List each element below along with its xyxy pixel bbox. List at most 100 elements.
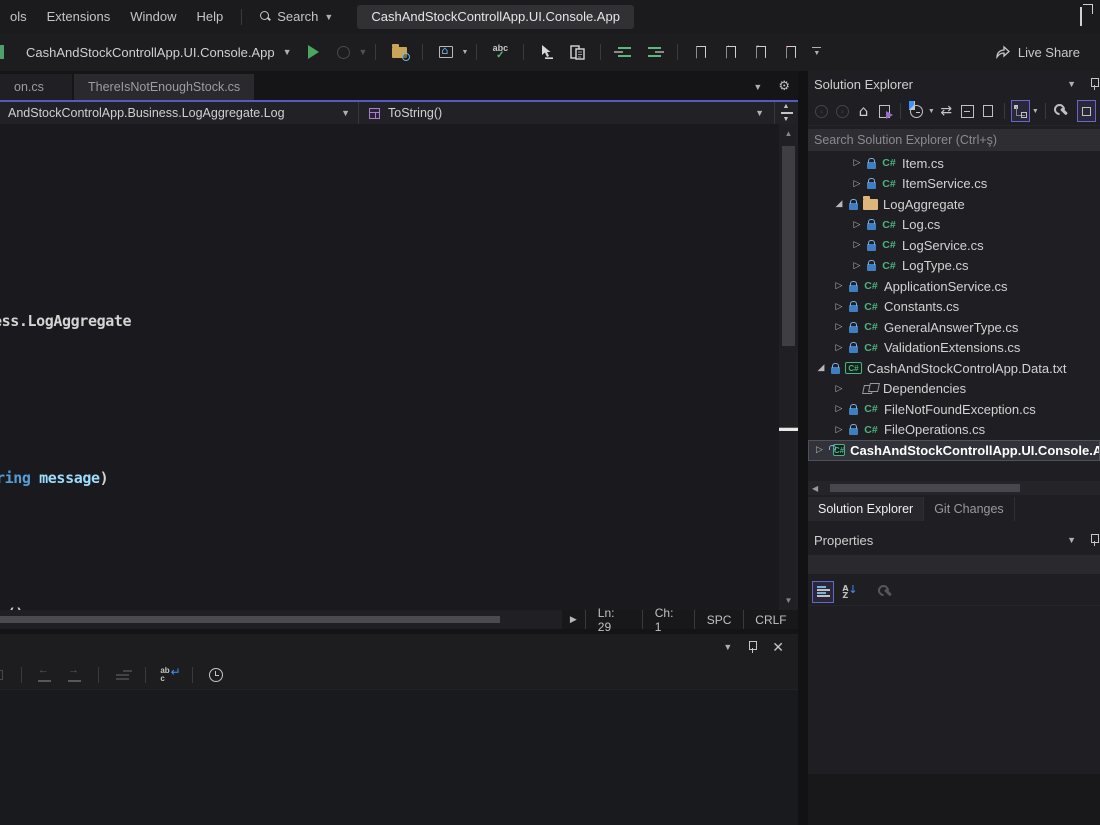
expander-icon[interactable] bbox=[852, 220, 862, 230]
tree-item[interactable]: C# C# FileNotFoundException.cs bbox=[808, 399, 1100, 420]
previous-bookmark-icon[interactable]: ↶ bbox=[721, 43, 741, 61]
split-window-button[interactable] bbox=[774, 102, 798, 124]
restore-button[interactable] bbox=[1080, 8, 1082, 26]
expander-icon[interactable] bbox=[852, 179, 862, 189]
scroll-left-icon[interactable]: ◀ bbox=[812, 484, 818, 493]
tab-list-dropdown-icon[interactable]: ▼ bbox=[753, 82, 762, 92]
horizontal-scrollbar[interactable] bbox=[0, 610, 562, 629]
attach-icon[interactable] bbox=[1077, 100, 1096, 122]
alphabetical-icon[interactable]: AZ bbox=[838, 581, 860, 603]
document-tab[interactable]: on.cs bbox=[0, 74, 72, 100]
expander-icon[interactable] bbox=[834, 343, 844, 353]
code-editor[interactable]: ess.LogAggregate ring message) g() {1} {… bbox=[0, 124, 779, 610]
decrease-indent-icon[interactable] bbox=[614, 43, 634, 61]
find-in-files-icon[interactable] bbox=[389, 43, 409, 61]
paste-icon[interactable] bbox=[567, 43, 587, 61]
tree-item[interactable]: C# C# Item.cs bbox=[808, 153, 1100, 174]
select-pointer-icon[interactable] bbox=[537, 43, 557, 61]
spaces-indicator[interactable]: SPC bbox=[694, 610, 743, 629]
scroll-up-icon[interactable]: ▲ bbox=[779, 129, 798, 138]
window-position-dropdown-icon[interactable]: ▼ bbox=[1067, 79, 1076, 89]
wrench-icon[interactable] bbox=[1052, 100, 1071, 122]
menu-extensions[interactable]: Extensions bbox=[37, 0, 121, 33]
word-wrap-icon[interactable]: abc bbox=[159, 666, 179, 684]
home-icon[interactable]: ⌂ bbox=[854, 100, 873, 122]
search-control[interactable]: Search ▼ bbox=[250, 9, 343, 24]
pending-changes-filter-icon[interactable] bbox=[907, 100, 926, 122]
next-message-icon[interactable] bbox=[65, 666, 85, 684]
scrollbar-thumb[interactable] bbox=[0, 616, 500, 623]
property-pages-icon[interactable] bbox=[874, 581, 896, 603]
startup-project-dropdown[interactable]: CashAndStockControllApp.UI.Console.App ▼ bbox=[20, 45, 298, 60]
chevron-down-icon[interactable]: ▼ bbox=[928, 108, 935, 115]
line-ending-indicator[interactable]: CRLF bbox=[743, 610, 798, 629]
tree-item[interactable]: C# C# Constants.cs bbox=[808, 297, 1100, 318]
increase-indent-icon[interactable] bbox=[644, 43, 664, 61]
editor-split-handle[interactable] bbox=[779, 427, 798, 431]
output-content[interactable] bbox=[0, 690, 798, 825]
toggle-bookmark-icon[interactable] bbox=[691, 43, 711, 61]
expander-icon[interactable] bbox=[834, 322, 844, 332]
forward-icon[interactable]: › bbox=[833, 100, 852, 122]
clear-bookmarks-icon[interactable]: ✕ bbox=[781, 43, 801, 61]
switch-views-icon[interactable] bbox=[875, 100, 894, 122]
expander-icon[interactable] bbox=[834, 281, 844, 291]
tree-item[interactable]: C# C# LogAggregate bbox=[808, 194, 1100, 215]
vertical-scrollbar[interactable]: ▲ ▼ bbox=[779, 124, 798, 610]
menu-tools[interactable]: ols bbox=[0, 0, 37, 33]
tree-item[interactable]: C# C# GeneralAnswerType.cs bbox=[808, 317, 1100, 338]
tree-item[interactable]: C# C# CashAndStockControllApp.UI.Console… bbox=[808, 440, 1100, 461]
tree-horizontal-scrollbar[interactable]: ◀ bbox=[808, 481, 1100, 495]
window-position-dropdown-icon[interactable]: ▼ bbox=[1067, 535, 1076, 545]
pin-icon[interactable] bbox=[1090, 78, 1098, 90]
expander-icon[interactable] bbox=[852, 158, 862, 168]
tree-item[interactable]: C# C# CashAndStockControlApp.Data.txt bbox=[808, 358, 1100, 379]
line-indicator[interactable]: Ln: 29 bbox=[585, 610, 642, 629]
previous-message-icon[interactable] bbox=[35, 666, 55, 684]
scrollbar-thumb[interactable] bbox=[830, 484, 1020, 492]
tree-item[interactable]: C# C# LogType.cs bbox=[808, 256, 1100, 277]
expander-icon[interactable] bbox=[834, 199, 844, 209]
scrollbar-thumb[interactable] bbox=[782, 146, 795, 346]
tab-solution-explorer[interactable]: Solution Explorer bbox=[808, 497, 924, 521]
categorized-icon[interactable] bbox=[812, 581, 834, 603]
timestamp-icon[interactable] bbox=[206, 666, 226, 684]
expander-icon[interactable] bbox=[834, 384, 844, 394]
expand-scrollbar-icon[interactable]: ▶ bbox=[562, 614, 585, 625]
expander-icon[interactable] bbox=[834, 404, 844, 414]
properties-object-dropdown[interactable] bbox=[808, 555, 1100, 574]
member-dropdown[interactable]: ToString() ▼ bbox=[358, 102, 774, 124]
panel-splitter[interactable] bbox=[798, 71, 808, 825]
spell-checker-icon[interactable]: abc✓ bbox=[490, 43, 510, 61]
pin-icon[interactable] bbox=[1090, 534, 1098, 546]
tree-item[interactable]: C# C# FileOperations.cs bbox=[808, 420, 1100, 441]
pin-icon[interactable] bbox=[748, 641, 756, 653]
expander-icon[interactable] bbox=[816, 363, 826, 373]
scroll-down-icon[interactable]: ▼ bbox=[779, 596, 798, 605]
solution-explorer-header[interactable]: Solution Explorer ▼ bbox=[808, 71, 1100, 97]
tree-item[interactable]: C# C# Log.cs bbox=[808, 215, 1100, 236]
properties-grid[interactable] bbox=[808, 606, 1100, 776]
expander-icon[interactable] bbox=[834, 425, 844, 435]
show-all-files-icon[interactable] bbox=[979, 100, 998, 122]
close-icon[interactable]: ✕ bbox=[772, 641, 784, 653]
document-tab[interactable]: ThereIsNotEnoughStock.cs bbox=[74, 74, 254, 100]
type-dropdown[interactable]: AndStockControlApp.Business.LogAggregate… bbox=[0, 102, 358, 124]
menu-help[interactable]: Help bbox=[186, 0, 233, 33]
tree-item[interactable]: C# C# ItemService.cs bbox=[808, 174, 1100, 195]
tree-item[interactable]: C# C# ApplicationService.cs bbox=[808, 276, 1100, 297]
tree-item[interactable]: C# C# ValidationExtensions.cs bbox=[808, 338, 1100, 359]
properties-header[interactable]: Properties ▼ bbox=[808, 527, 1100, 553]
clear-all-icon[interactable] bbox=[112, 666, 132, 684]
preview-selected-items-icon[interactable] bbox=[1011, 100, 1030, 122]
hot-reload-icon[interactable] bbox=[334, 43, 354, 61]
expander-icon[interactable] bbox=[852, 261, 862, 271]
solution-explorer-search-input[interactable]: Search Solution Explorer (Ctrl+ş) bbox=[808, 129, 1100, 151]
toolbar-overflow-icon[interactable]: ▼ bbox=[812, 47, 821, 57]
new-project-icon[interactable] bbox=[436, 43, 456, 61]
chevron-down-icon[interactable]: ▼ bbox=[1032, 108, 1039, 115]
expander-icon[interactable] bbox=[816, 445, 823, 455]
tree-item[interactable]: C# C# LogService.cs bbox=[808, 235, 1100, 256]
gear-icon[interactable]: ⚙ bbox=[778, 79, 790, 94]
next-bookmark-icon[interactable]: ↷ bbox=[751, 43, 771, 61]
